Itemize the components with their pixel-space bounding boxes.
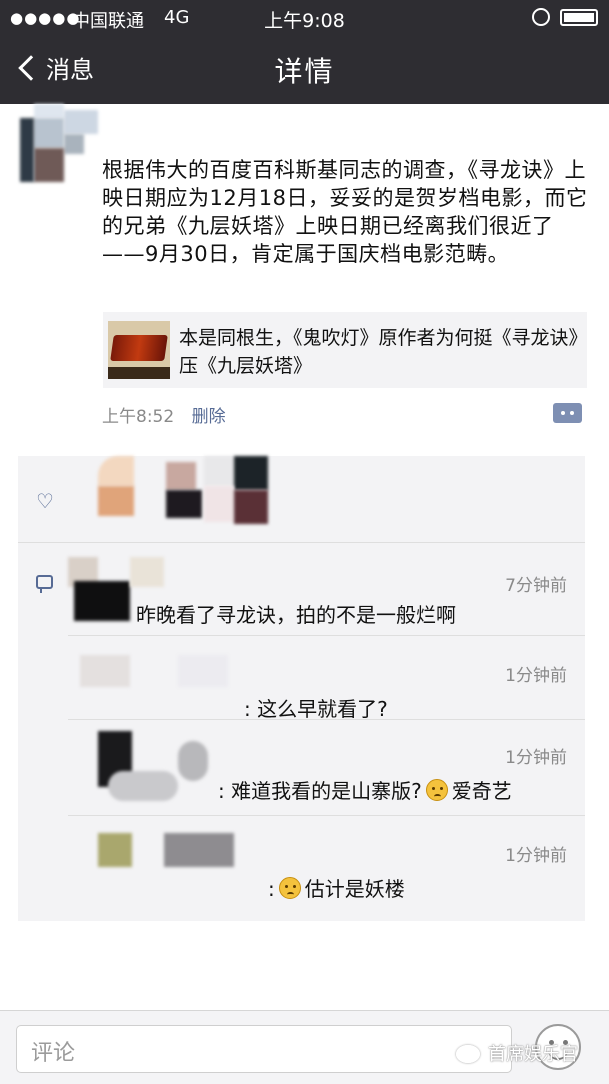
heart-icon: ♡ [36, 489, 54, 513]
comment-prefix: : [268, 877, 275, 901]
worried-emoji-icon [278, 877, 301, 899]
comment-action-button[interactable] [553, 403, 582, 423]
article-thumbnail [108, 321, 170, 379]
comment-time: 1分钟前 [505, 846, 567, 866]
shared-article-title: 本是同根生，《鬼吹灯》原作者为何挺《寻龙诀》压《九层妖塔》 [179, 327, 579, 377]
rotation-lock-icon [532, 8, 550, 26]
comment-text: : 估计是妖楼 [268, 873, 405, 902]
wechat-logo-icon [456, 1045, 480, 1063]
likes-section: ♡ [18, 456, 585, 542]
comment-item[interactable]: 1分钟前 : 难道我看的是山寨版? 爱奇艺 [68, 719, 585, 815]
comment-body: : 难道我看的是山寨版? [218, 779, 422, 803]
comment-body: 估计是妖楼 [304, 877, 405, 901]
comment-item[interactable]: 7分钟前 昨晚看了寻龙诀，拍的不是一般烂啊 [68, 543, 585, 627]
comment-bubble-icon [36, 575, 53, 593]
post-detail: 根据伟大的百度百科斯基同志的调查，《寻龙诀》上映日期应为12月18日，妥妥的是贺… [0, 104, 609, 1010]
comment-text-after: 爱奇艺 [451, 779, 512, 803]
watermark-text: 首席娱乐官 [488, 1044, 578, 1065]
comment-time: 1分钟前 [505, 666, 567, 686]
nav-bar: 消息 详情 [0, 36, 609, 104]
like-avatar[interactable] [204, 456, 268, 526]
post-text: 根据伟大的百度百科斯基同志的调查，《寻龙诀》上映日期应为12月18日，妥妥的是贺… [102, 158, 588, 266]
clock: 上午9:08 [264, 10, 345, 32]
page-title: 详情 [274, 55, 335, 88]
shared-article-card[interactable]: 本是同根生，《鬼吹灯》原作者为何挺《寻龙诀》压《九层妖塔》 [103, 312, 587, 388]
watermark: 首席娱乐官 [456, 1040, 578, 1066]
comment-time: 1分钟前 [505, 748, 567, 768]
like-avatar[interactable] [98, 456, 134, 516]
avatar[interactable] [20, 104, 98, 184]
battery-icon [560, 9, 598, 26]
comment-time: 7分钟前 [505, 576, 567, 596]
comment-text: : 这么早就看了? [244, 697, 388, 721]
like-avatar[interactable] [166, 462, 202, 518]
post-meta: 上午8:52 删除 [102, 402, 226, 427]
comment-text: 昨晚看了寻龙诀，拍的不是一般烂啊 [136, 603, 456, 627]
comment-item[interactable]: 1分钟前 : 估计是妖楼 [68, 815, 585, 915]
comments-section: 7分钟前 昨晚看了寻龙诀，拍的不是一般烂啊 1分钟前 : 这么早就看了? 1分钟… [18, 543, 585, 921]
comment-input[interactable]: 评论 [16, 1025, 512, 1073]
shocked-emoji-icon [425, 779, 448, 801]
comment-text: : 难道我看的是山寨版? 爱奇艺 [218, 775, 512, 804]
delete-button[interactable]: 删除 [192, 407, 226, 427]
post-time: 上午8:52 [102, 407, 175, 427]
comment-item[interactable]: 1分钟前 : 这么早就看了? [68, 635, 585, 721]
status-bar: ●●●●● 中国联通 4G 上午9:08 [0, 0, 609, 36]
